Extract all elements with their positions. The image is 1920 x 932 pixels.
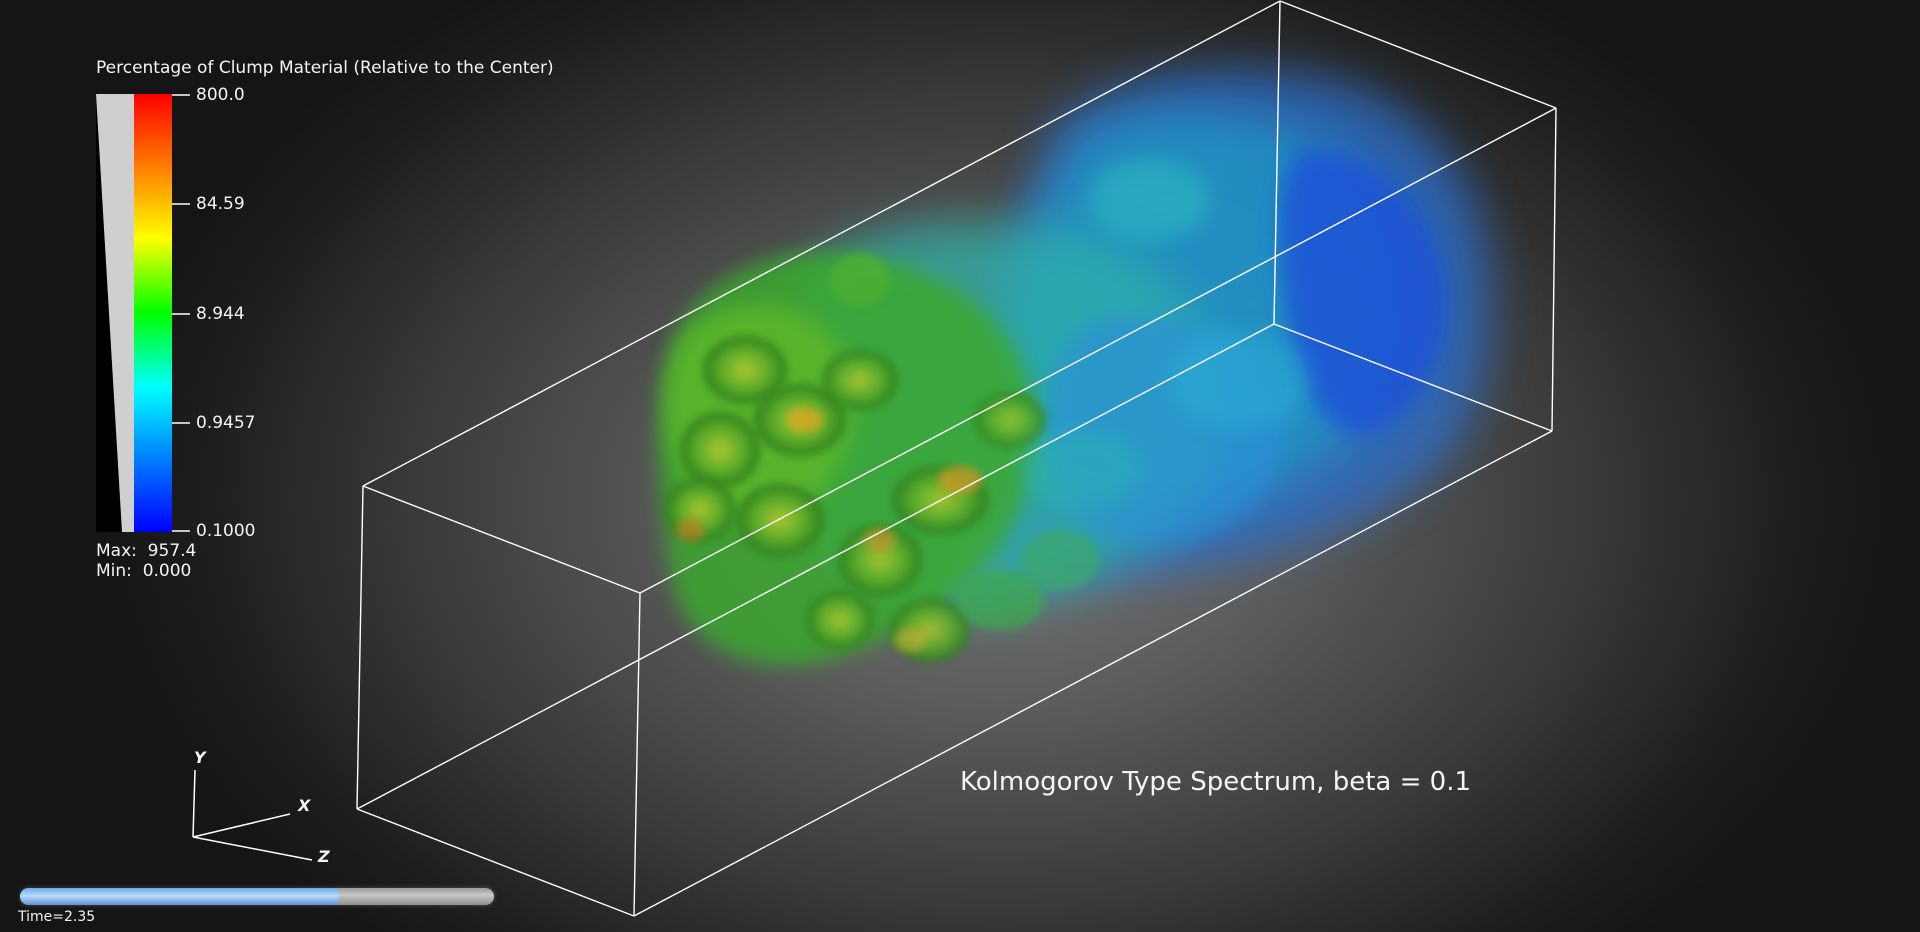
- legend-tick-label: 0.1000: [196, 521, 256, 541]
- axis-label-z: Z: [318, 847, 330, 866]
- z-axis-line: [192, 836, 313, 861]
- plot-title: Kolmogorov Type Spectrum, beta = 0.1: [960, 767, 1471, 797]
- time-label: Time=2.35: [18, 909, 96, 925]
- x-axis-line: [192, 813, 291, 838]
- legend-tick-label: 84.59: [196, 194, 245, 214]
- legend-tick-label: 0.9457: [196, 413, 256, 433]
- color-legend: [96, 94, 190, 532]
- legend-tick-label: 800.0: [196, 85, 245, 105]
- legend-tick-label: 8.944: [196, 304, 245, 324]
- render-viewport[interactable]: Percentage of Clump Material (Relative t…: [0, 0, 1920, 932]
- orientation-axes: [192, 769, 313, 861]
- time-slider[interactable]: [20, 888, 494, 905]
- color-ramp: [134, 94, 172, 532]
- y-axis-line: [192, 769, 196, 838]
- axis-label-y: Y: [194, 748, 206, 767]
- legend-min-label: Min: 0.000: [96, 561, 192, 581]
- axis-label-x: X: [298, 796, 311, 815]
- legend-title: Percentage of Clump Material (Relative t…: [96, 58, 554, 78]
- volume-cloud: [658, 70, 1491, 666]
- time-slider-fill: [20, 888, 338, 905]
- legend-max-label: Max: 957.4: [96, 541, 197, 561]
